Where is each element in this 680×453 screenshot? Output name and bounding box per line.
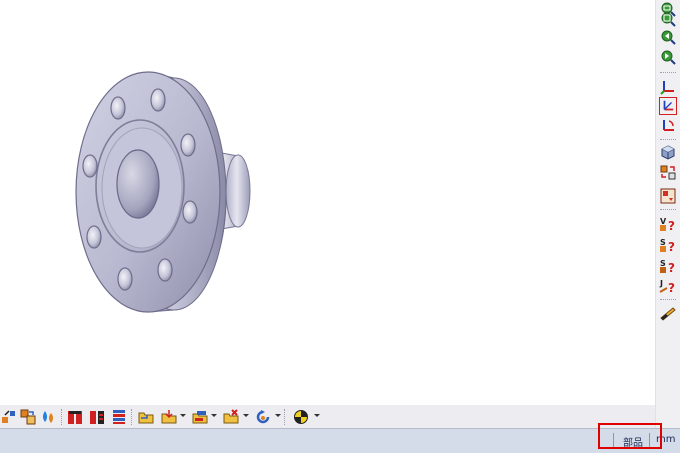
dropdown-arrow-icon[interactable] [211, 414, 217, 417]
svg-text:?: ? [668, 261, 675, 274]
split-red-icon[interactable] [66, 408, 83, 425]
svg-text:V: V [660, 217, 667, 226]
model-viewport[interactable] [0, 0, 655, 405]
axis-rotate-icon[interactable] [659, 117, 677, 135]
color-drop-icon[interactable] [39, 408, 56, 425]
refresh-icon[interactable] [254, 408, 271, 425]
zoom-window-icon[interactable] [659, 10, 677, 28]
axis-select-icon[interactable] [659, 97, 677, 115]
cube-view-icon[interactable] [659, 143, 677, 161]
toolbar-separator [660, 72, 676, 73]
view-previous-icon[interactable] [659, 28, 677, 46]
toolbar-separator [131, 409, 133, 425]
toolbar-separator [660, 139, 676, 140]
view-toolbar: V? S? S? J? [655, 0, 680, 428]
svg-text:?: ? [668, 219, 675, 232]
joint-query-icon[interactable]: J? [659, 277, 677, 295]
replace-part-icon[interactable] [19, 408, 36, 425]
dropdown-arrow-icon[interactable] [180, 414, 186, 417]
highlight-annotation [598, 423, 662, 449]
dropdown-arrow-icon[interactable] [314, 414, 320, 417]
folder-arrow-icon[interactable] [160, 408, 177, 425]
stack-icon[interactable] [110, 408, 127, 425]
svg-text:J: J [659, 279, 663, 288]
status-bar: 部品 mm [0, 428, 680, 453]
section-query-icon[interactable]: S? [659, 257, 677, 275]
toolbar-separator [660, 209, 676, 210]
dropdown-arrow-icon[interactable] [275, 414, 281, 417]
center-of-gravity-icon[interactable] [292, 408, 309, 425]
box-exchange-icon[interactable] [659, 187, 677, 205]
open-folder-icon[interactable] [137, 408, 154, 425]
split-red-black-icon[interactable] [88, 408, 105, 425]
svg-text:S: S [660, 259, 666, 268]
surface-area-query-icon[interactable]: S? [659, 236, 677, 254]
svg-text:?: ? [668, 281, 675, 294]
move-parts-icon[interactable] [0, 408, 17, 425]
svg-text:?: ? [668, 240, 675, 253]
part-swap-icon[interactable] [659, 163, 677, 181]
volume-query-icon[interactable]: V? [659, 215, 677, 233]
measure-ruler-icon[interactable] [659, 304, 677, 322]
coordinate-axes-icon[interactable] [659, 78, 677, 96]
toolbar-separator [660, 299, 676, 300]
delete-folder-icon[interactable] [222, 408, 239, 425]
dropdown-arrow-icon[interactable] [243, 414, 249, 417]
toolbar-separator [284, 409, 286, 425]
layer-folder-icon[interactable] [191, 408, 208, 425]
view-next-icon[interactable] [659, 48, 677, 66]
svg-text:S: S [660, 238, 666, 247]
toolbar-separator [61, 409, 63, 425]
parts-toolbar [0, 405, 655, 428]
flange-3d-model[interactable] [0, 0, 655, 405]
